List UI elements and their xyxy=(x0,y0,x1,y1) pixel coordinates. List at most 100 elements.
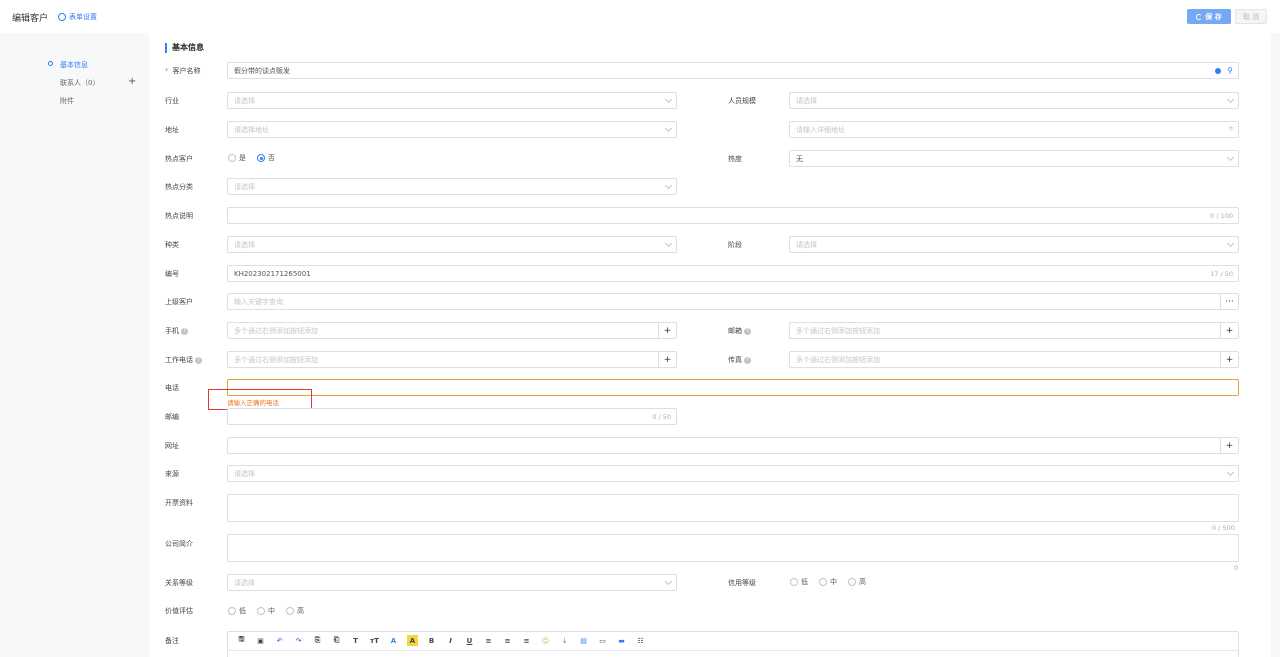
scrollbar-track[interactable] xyxy=(1271,33,1280,657)
intro-textarea[interactable] xyxy=(227,534,1239,562)
radio-icon xyxy=(848,578,856,586)
image-icon[interactable]: ▤ xyxy=(578,635,589,646)
redo-icon[interactable]: ↷ xyxy=(293,635,304,646)
kind-select[interactable]: 请选择 xyxy=(227,236,677,253)
website-input[interactable]: + xyxy=(227,437,1239,454)
chevron-down-icon xyxy=(664,95,673,103)
invoice-counter: 0 / 500 xyxy=(1212,524,1235,532)
radio-option-yes[interactable]: 是 xyxy=(228,153,246,163)
hot-desc-label: 热点说明 xyxy=(165,212,193,220)
gear-icon xyxy=(58,13,66,21)
highlight-color-icon[interactable]: A xyxy=(407,635,418,646)
address-select[interactable]: 请选择地址 xyxy=(227,121,677,138)
address-detail-input[interactable]: 请输入详细地址 ⌾ xyxy=(789,121,1239,138)
address-detail-placeholder: 请输入详细地址 xyxy=(796,125,845,134)
table-icon[interactable]: ☷ xyxy=(635,635,646,646)
hot-category-label: 热点分类 xyxy=(165,183,193,191)
nav-item-basic-info[interactable]: 基本信息 xyxy=(60,60,88,70)
media-icon[interactable]: ▭ xyxy=(597,635,608,646)
value-option-mid[interactable]: 中 xyxy=(257,606,275,616)
add-fax-button[interactable]: + xyxy=(1220,351,1238,368)
nav-item-contacts[interactable]: 联系人（0） xyxy=(60,78,99,88)
parent-placeholder: 输入关键字查询 xyxy=(234,297,283,306)
work-phone-input[interactable]: 多个通过右侧添加按钮添加 + xyxy=(227,351,677,368)
industry-select[interactable]: 请选择 xyxy=(227,92,677,109)
add-website-button[interactable]: + xyxy=(1220,437,1238,454)
parent-input[interactable]: 输入关键字查询 ··· xyxy=(227,293,1239,310)
invoice-textarea[interactable] xyxy=(227,494,1239,522)
italic-icon[interactable]: I xyxy=(445,635,456,646)
insert-icon[interactable]: ⇣ xyxy=(559,635,570,646)
more-button[interactable]: ··· xyxy=(1220,293,1238,310)
code-input[interactable]: KH202302171265001 17 / 50 xyxy=(227,265,1239,282)
horizontal-rule-icon[interactable]: ▬ xyxy=(616,635,627,646)
paste-icon[interactable]: ⎗ xyxy=(331,635,342,646)
hot-category-select[interactable]: 请选择 xyxy=(227,178,677,195)
add-contact-button[interactable]: + xyxy=(128,76,136,87)
hot-category-placeholder: 请选择 xyxy=(234,182,255,191)
font-size-icon[interactable]: тT xyxy=(369,635,380,646)
phone-input[interactable] xyxy=(227,379,1239,396)
align-left-icon[interactable]: ≡ xyxy=(483,635,494,646)
emoji-icon[interactable]: ☺ xyxy=(540,635,551,646)
page-title: 编辑客户 xyxy=(12,14,49,24)
search-icon[interactable]: ⚲ xyxy=(1227,66,1233,75)
copy-icon[interactable]: ⎘ xyxy=(312,635,323,646)
hot-customer-radio-group: 是 否 xyxy=(228,153,281,163)
add-mobile-button[interactable]: + xyxy=(658,322,676,339)
source-label: 来源 xyxy=(165,470,179,478)
bold-icon[interactable]: B xyxy=(426,635,437,646)
staff-size-select[interactable]: 请选择 xyxy=(789,92,1239,109)
customer-name-input[interactable]: 假分带的谈点贩发 ⚲ xyxy=(227,62,1239,79)
customer-name-value: 假分带的谈点贩发 xyxy=(234,66,290,75)
credit-label-mid: 中 xyxy=(830,578,837,586)
postcode-input[interactable]: 0 / 50 xyxy=(227,408,677,425)
editor-toolbar: 🖫 ▣ ↶ ↷ ⎘ ⎗ T тT A A B I U ≡ ≡ ≡ ☺ ⇣ ▤ ▭… xyxy=(236,635,646,646)
heat-select[interactable]: 无 xyxy=(789,150,1239,167)
location-pin-icon[interactable]: ⌾ xyxy=(1229,122,1233,137)
mobile-input[interactable]: 多个通过右侧添加按钮添加 + xyxy=(227,322,677,339)
credit-option-mid[interactable]: 中 xyxy=(819,577,837,587)
nav-item-attachments[interactable]: 附件 xyxy=(60,96,74,106)
info-icon[interactable] xyxy=(1215,67,1222,74)
email-input[interactable]: 多个通过右侧添加按钮添加 + xyxy=(789,322,1239,339)
help-icon[interactable]: ? xyxy=(181,327,188,335)
save-draft-icon[interactable]: 🖫 xyxy=(236,635,247,646)
radio-label-yes: 是 xyxy=(239,154,246,162)
save-label: 保 存 xyxy=(1205,12,1222,21)
credit-option-high[interactable]: 高 xyxy=(848,577,866,587)
help-icon[interactable]: ? xyxy=(744,356,751,364)
address-label: 地址 xyxy=(165,126,179,134)
align-center-icon[interactable]: ≡ xyxy=(502,635,513,646)
hot-desc-input[interactable]: 0 / 100 xyxy=(227,207,1239,224)
radio-icon xyxy=(819,578,827,586)
credit-option-low[interactable]: 低 xyxy=(790,577,808,587)
chevron-down-icon xyxy=(1226,239,1235,247)
help-icon[interactable]: ? xyxy=(195,356,202,364)
code-value: KH202302171265001 xyxy=(234,269,311,278)
form-settings-link[interactable]: 表单设置 xyxy=(58,12,97,22)
header-bar: 编辑客户 表单设置 保 存 取 消 xyxy=(0,0,1280,33)
relation-level-select[interactable]: 请选择 xyxy=(227,574,677,591)
relation-level-label: 关系等级 xyxy=(165,579,193,587)
save-button[interactable]: 保 存 xyxy=(1187,9,1231,24)
cancel-button[interactable]: 取 消 xyxy=(1235,9,1267,24)
radio-option-no[interactable]: 否 xyxy=(257,153,275,163)
help-icon[interactable]: ? xyxy=(744,327,751,335)
fax-input[interactable]: 多个通过右侧添加按钮添加 + xyxy=(789,351,1239,368)
value-option-low[interactable]: 低 xyxy=(228,606,246,616)
website-label: 网址 xyxy=(165,442,179,450)
source-select[interactable]: 请选择 xyxy=(227,465,1239,482)
undo-icon[interactable]: ↶ xyxy=(274,635,285,646)
required-mark: * xyxy=(165,67,169,75)
align-right-icon[interactable]: ≡ xyxy=(521,635,532,646)
add-email-button[interactable]: + xyxy=(1220,322,1238,339)
stage-select[interactable]: 请选择 xyxy=(789,236,1239,253)
underline-icon[interactable]: U xyxy=(464,635,475,646)
add-work-phone-button[interactable]: + xyxy=(658,351,676,368)
font-family-icon[interactable]: T xyxy=(350,635,361,646)
font-color-icon[interactable]: A xyxy=(388,635,399,646)
template-icon[interactable]: ▣ xyxy=(255,635,266,646)
value-label-high: 高 xyxy=(297,607,304,615)
value-option-high[interactable]: 高 xyxy=(286,606,304,616)
